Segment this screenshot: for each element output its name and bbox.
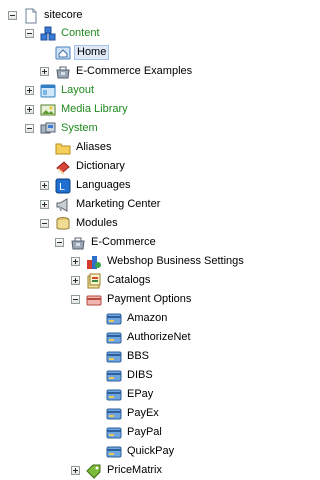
tree-node-catalogs[interactable]: Catalogs [71,271,152,290]
payment-card-icon [106,330,122,346]
expand-toggle-icon[interactable] [71,276,80,285]
tree-node-payment-authorizenet[interactable]: AuthorizeNet [106,328,193,347]
payment-card-icon [106,368,122,384]
languages-icon: L [55,178,71,194]
media-library-icon [40,102,56,118]
price-matrix-icon [86,463,102,479]
collapse-toggle-icon[interactable] [55,238,64,247]
expand-toggle-icon[interactable] [40,200,49,209]
tree-node-label: PayPal [127,426,162,438]
payment-card-icon [106,349,122,365]
payment-options-icon [86,292,102,308]
tree-node-label: Aliases [76,141,112,153]
tree-node-label: Content [61,27,100,39]
ecommerce-icon [70,235,86,251]
tree-node-sitecore[interactable]: sitecore [8,6,85,25]
tree-node-payment-quickpay[interactable]: QuickPay [106,442,176,461]
tree-node-dictionary[interactable]: Dictionary [55,157,127,176]
modules-icon [55,216,71,232]
tree-node-label: Dictionary [76,160,125,172]
tree-node-label: Modules [76,217,118,229]
tree-node-label: Languages [76,179,131,191]
tree-node-content[interactable]: Content [25,24,102,43]
business-settings-icon [86,254,102,270]
svg-text:L: L [59,182,65,193]
tree-node-pricematrix[interactable]: PriceMatrix [71,461,164,480]
tree-node-label: sitecore [44,9,83,21]
tree-node-label: PayEx [127,407,159,419]
tree-node-label: Media Library [61,103,128,115]
collapse-toggle-icon[interactable] [25,124,34,133]
tree-node-layout[interactable]: Layout [25,81,96,100]
tree-node-label: Layout [61,84,95,96]
ecommerce-icon [55,64,71,80]
tree-node-label: E-Commerce [91,236,156,248]
collapse-toggle-icon[interactable] [71,295,80,304]
tree-node-label: EPay [127,388,154,400]
tree-node-payment-payex[interactable]: PayEx [106,404,161,423]
tree-node-system[interactable]: System [25,119,100,138]
content-tree: sitecore Content Home E-Commerce Example… [0,0,269,479]
tree-node-label: DIBS [127,369,153,381]
folder-icon [55,140,71,156]
tree-node-label: Home [74,45,110,60]
tree-node-payment-dibs[interactable]: DIBS [106,366,155,385]
layout-icon [40,83,56,99]
system-icon [40,121,56,137]
tree-node-label: QuickPay [127,445,175,457]
tree-node-payment-options[interactable]: Payment Options [71,290,193,309]
payment-card-icon [106,425,122,441]
tree-node-webshop-business-settings[interactable]: Webshop Business Settings [71,252,246,271]
tree-node-label: Payment Options [107,293,192,305]
expand-toggle-icon[interactable] [71,466,80,475]
expand-toggle-icon[interactable] [40,181,49,190]
tree-node-ecommerce-examples[interactable]: E-Commerce Examples [40,62,194,81]
tree-node-languages[interactable]: L Languages [40,176,132,195]
tree-node-label: E-Commerce Examples [76,65,193,77]
collapse-toggle-icon[interactable] [8,11,17,20]
tree-node-aliases[interactable]: Aliases [55,138,113,157]
payment-card-icon [106,311,122,327]
tree-node-payment-epay[interactable]: EPay [106,385,155,404]
collapse-toggle-icon[interactable] [25,29,34,38]
tree-node-media-library[interactable]: Media Library [25,100,130,119]
expand-toggle-icon[interactable] [71,257,80,266]
tree-node-label: AuthorizeNet [127,331,191,343]
expand-toggle-icon[interactable] [25,105,34,114]
expand-toggle-icon[interactable] [40,67,49,76]
tree-node-ecommerce[interactable]: E-Commerce [55,233,158,252]
tree-node-label: Catalogs [107,274,151,286]
tree-node-payment-bbs[interactable]: BBS [106,347,151,366]
expand-toggle-icon[interactable] [25,86,34,95]
content-cubes-icon [40,26,56,42]
tree-node-modules[interactable]: Modules [40,214,120,233]
payment-card-icon [106,387,122,403]
tree-node-label: System [61,122,98,134]
tree-node-label: BBS [127,350,150,362]
tree-node-label: Marketing Center [76,198,161,210]
tree-node-payment-paypal[interactable]: PayPal [106,423,164,442]
marketing-megaphone-icon [55,197,71,213]
payment-card-icon [106,406,122,422]
catalogs-icon [86,273,102,289]
document-icon [23,8,39,24]
collapse-toggle-icon[interactable] [40,219,49,228]
tree-node-marketing-center[interactable]: Marketing Center [40,195,162,214]
tree-node-payment-amazon[interactable]: Amazon [106,309,169,328]
payment-card-icon [106,444,122,460]
tree-node-label: Amazon [127,312,168,324]
tree-node-label: Webshop Business Settings [107,255,244,267]
dictionary-book-icon [55,159,71,175]
home-icon [55,45,71,61]
tree-node-home[interactable]: Home [55,43,110,62]
